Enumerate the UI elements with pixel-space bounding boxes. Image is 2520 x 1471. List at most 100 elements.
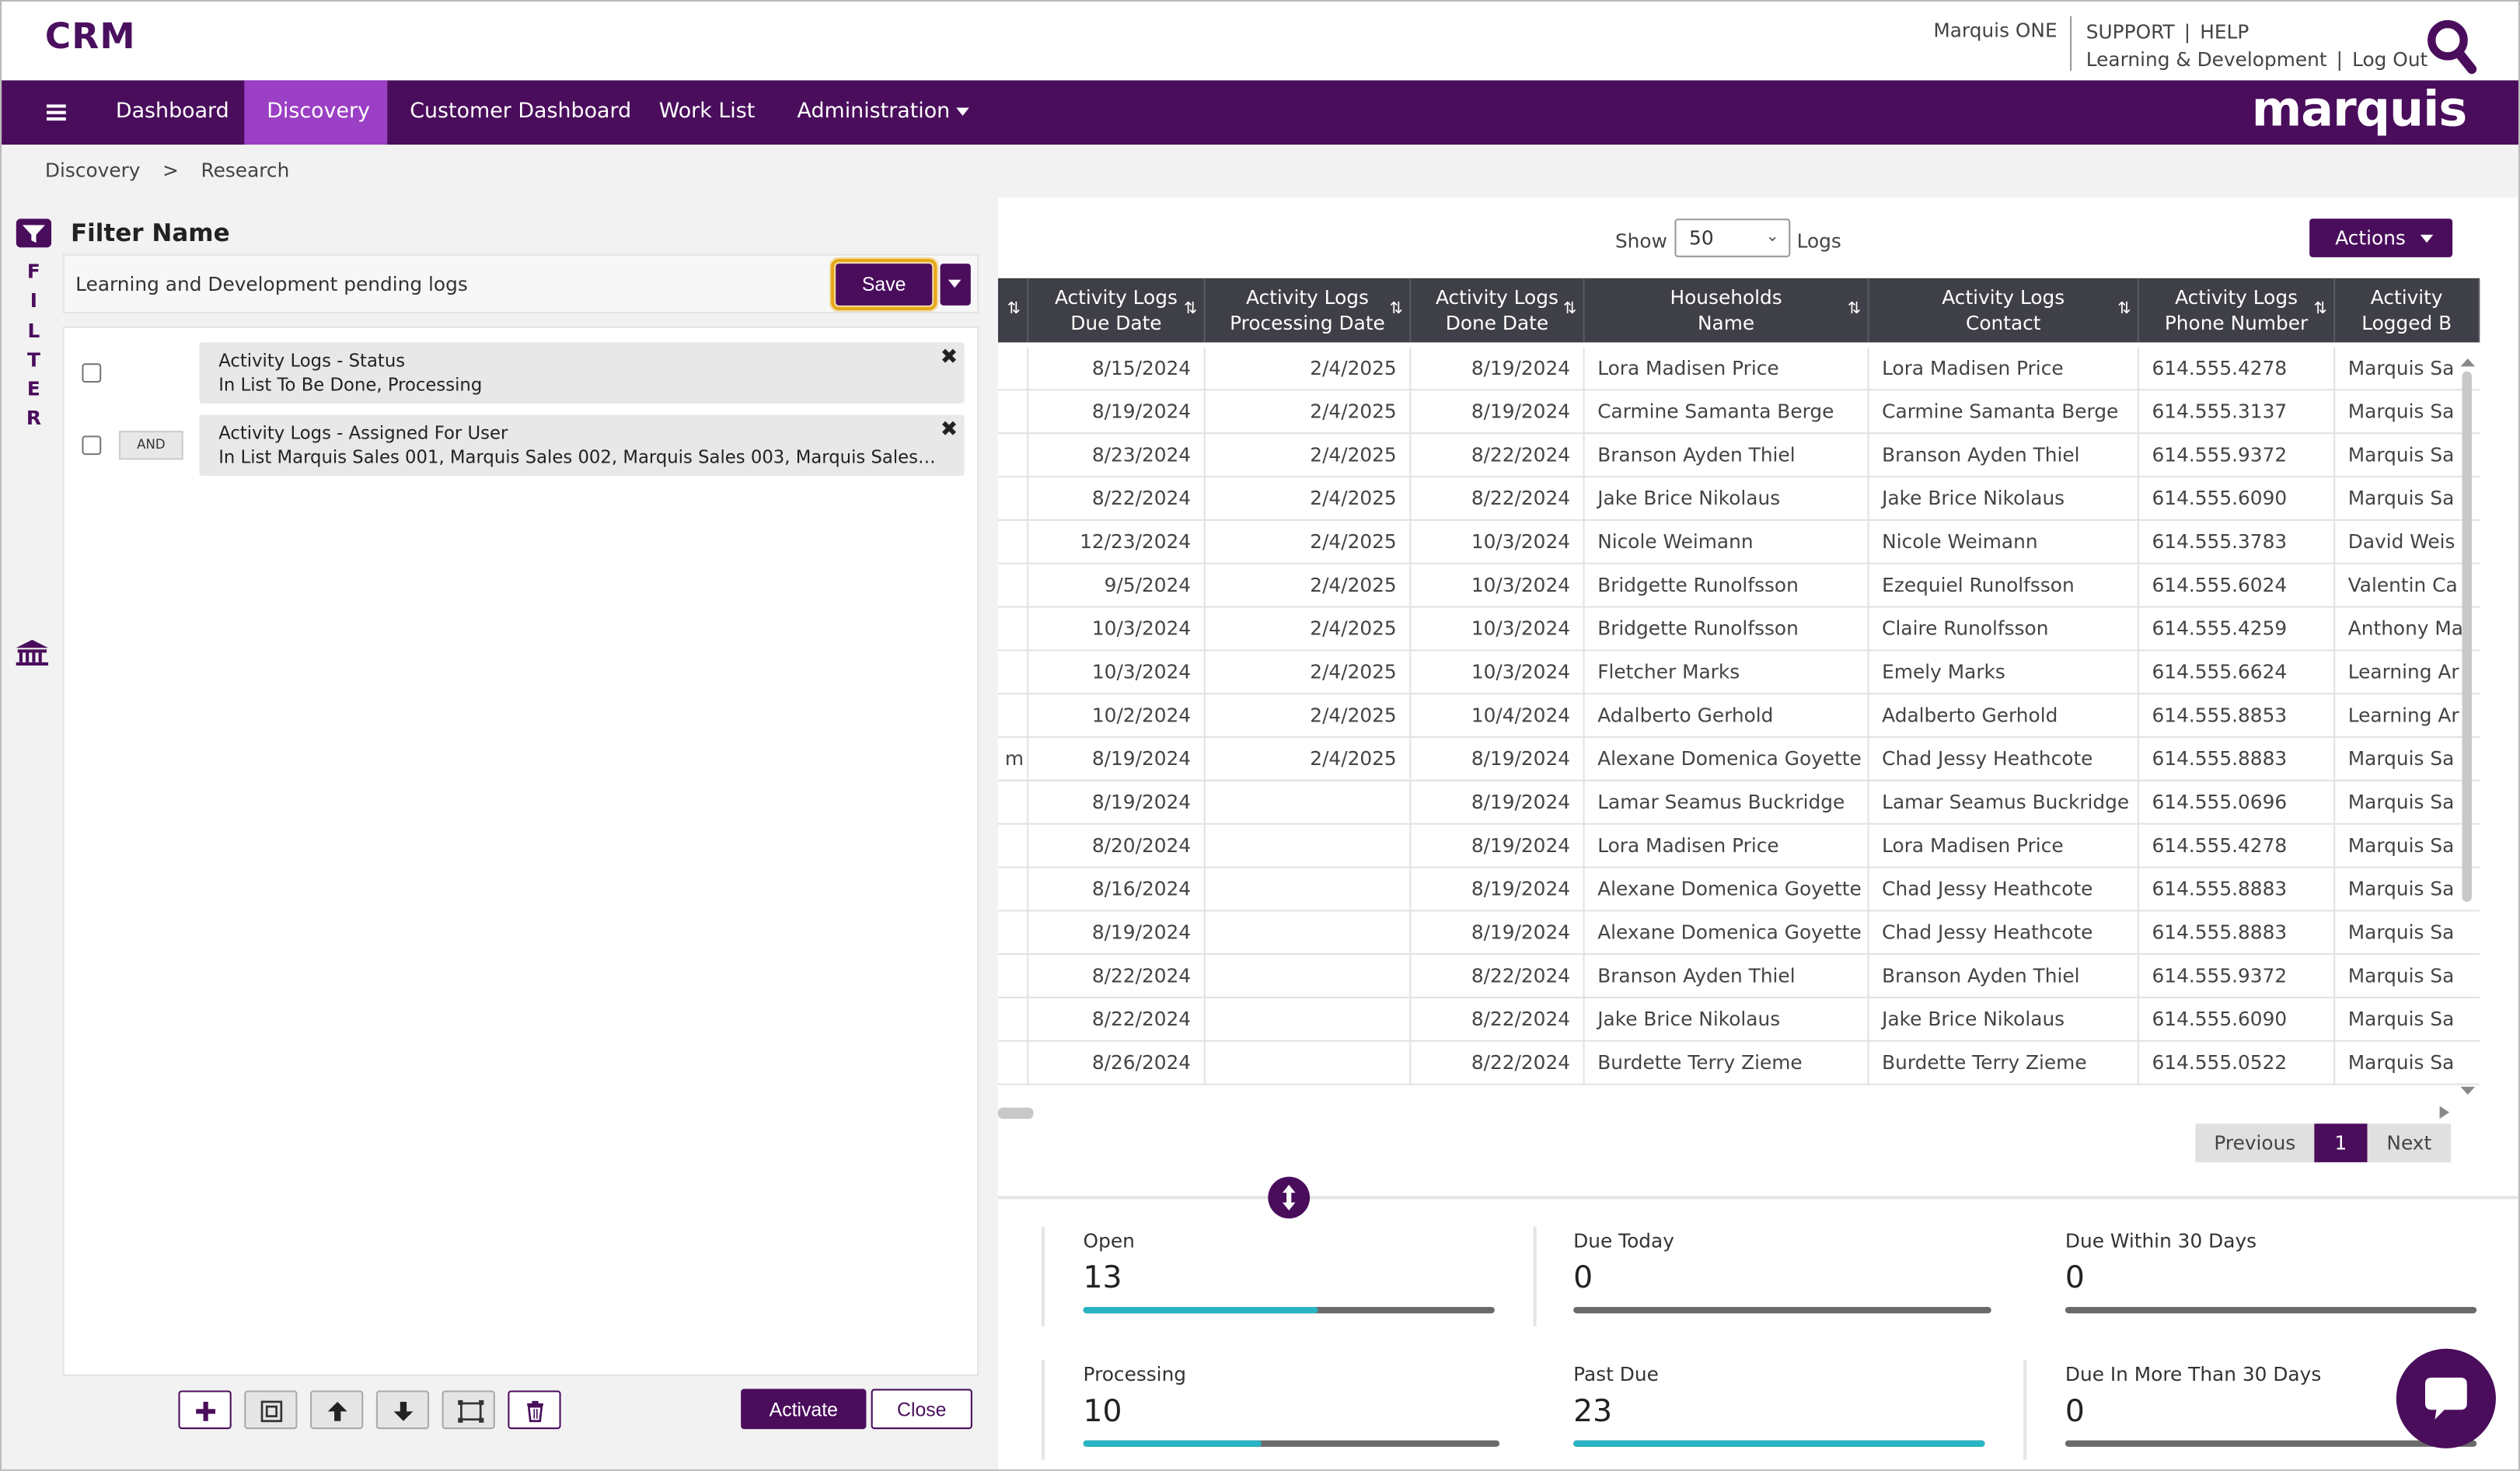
table-row[interactable]: 8/22/2024 8/22/2024 Jake Brice Nikolaus Jak… (997, 998, 2480, 1042)
help-link[interactable]: HELP (2200, 21, 2249, 44)
table-row[interactable]: 12/23/2024 2/4/2025 10/3/2024 Nicole Weiman… (997, 520, 2480, 564)
table-row[interactable]: 8/16/2024 8/19/2024 Alexane Domenica Goyet… (997, 868, 2480, 912)
column-header[interactable]: Activity Logged B (2335, 278, 2480, 343)
sort-icon[interactable]: ⇅ (1563, 298, 1576, 323)
table-row[interactable]: 8/26/2024 8/22/2024 Burdette Terry Zieme Bu… (997, 1041, 2480, 1085)
table-row[interactable]: 8/20/2024 8/19/2024 Lora Madisen Price Lora… (997, 824, 2480, 868)
nav-discovery[interactable]: Discovery (244, 80, 388, 180)
chevron-down-icon (2420, 234, 2434, 243)
menu-icon[interactable] (44, 100, 69, 125)
sort-icon[interactable]: ⇅ (1390, 298, 1403, 323)
table-row[interactable]: 8/19/2024 8/19/2024 Alexane Domenica Goyet… (997, 911, 2480, 956)
table-row[interactable]: 9/5/2024 2/4/2025 10/3/2024 Bridgette Runol… (997, 564, 2480, 608)
table-cell (998, 955, 1029, 998)
table-cell: Emely Marks (1869, 651, 2139, 695)
table-row[interactable]: 8/22/2024 8/22/2024 Branson Ayden Thiel Bra… (997, 955, 2480, 998)
table-cell: 8/19/2024 (1411, 347, 1585, 391)
table-cell: 10/3/2024 (1411, 651, 1585, 695)
sort-icon[interactable]: ⇅ (2117, 298, 2131, 323)
save-options-button[interactable] (940, 264, 971, 306)
support-link[interactable]: SUPPORT (2086, 21, 2175, 44)
group-button[interactable] (244, 1390, 298, 1430)
stat-processing[interactable]: Processing 10 (1083, 1344, 1502, 1457)
remove-criteria-icon[interactable]: ✖ (941, 346, 958, 370)
search-icon[interactable] (2425, 18, 2477, 75)
criteria-item[interactable]: Activity Logs - Status In List To Be Don… (199, 342, 965, 404)
stat-due-today[interactable]: Due Today 0 (1573, 1211, 1991, 1323)
criteria-item[interactable]: Activity Logs - Assigned For User In Lis… (199, 414, 965, 477)
filter-name-value[interactable]: Learning and Development pending logs (75, 273, 468, 295)
table-row[interactable]: m 8/19/2024 2/4/2025 8/19/2024 Alexane Domen… (997, 738, 2480, 781)
bank-icon[interactable] (15, 638, 50, 667)
table-row[interactable]: 10/3/2024 2/4/2025 10/3/2024 Fletcher Marks… (997, 651, 2480, 695)
column-header-label: Activity (2370, 286, 2443, 309)
table-cell: 8/19/2024 (1028, 781, 1206, 825)
table-row[interactable]: 10/3/2024 2/4/2025 10/3/2024 Bridgette Runo… (997, 607, 2480, 652)
vertical-scrollbar[interactable] (2455, 355, 2480, 1098)
actions-button[interactable]: Actions (2309, 218, 2453, 257)
nav-work-list[interactable]: Work List (637, 80, 777, 145)
filter-name-field[interactable]: Learning and Development pending logs Sa… (62, 253, 979, 314)
table-row[interactable]: 8/19/2024 2/4/2025 8/19/2024 Carmine Samant… (997, 390, 2480, 435)
table-cell: 10/3/2024 (1028, 607, 1206, 652)
remove-criteria-icon[interactable]: ✖ (941, 418, 958, 442)
criteria-checkbox[interactable] (82, 363, 102, 383)
table-cell: Bridgette Runolfsson (1585, 607, 1869, 652)
column-header[interactable]: Activity Logs Due Date ⇅ (1028, 278, 1206, 343)
scrollbar-thumb[interactable] (2462, 371, 2472, 902)
activate-button[interactable]: Activate (741, 1389, 867, 1430)
group-icon (260, 1400, 283, 1423)
stat-due-30-days[interactable]: Due Within 30 Days 0 (2065, 1211, 2483, 1323)
chat-button[interactable] (2396, 1348, 2496, 1448)
table-row[interactable]: 10/2/2024 2/4/2025 10/4/2024 Adalberto Gerh… (997, 694, 2480, 739)
column-header[interactable]: ⇅ (998, 278, 1029, 343)
learning-link[interactable]: Learning & Development (2086, 48, 2327, 71)
column-header[interactable]: Activity Logs Phone Number ⇅ (2139, 278, 2336, 343)
stat-label: Past Due (1573, 1363, 1659, 1386)
horizontal-scrollbar[interactable] (997, 1101, 2480, 1123)
sort-icon[interactable]: ⇅ (1848, 298, 1861, 323)
ungroup-button[interactable] (442, 1390, 495, 1430)
filter-icon[interactable] (16, 218, 52, 248)
scrollbar-thumb[interactable] (997, 1107, 1034, 1120)
app-logo[interactable]: CRM (45, 18, 136, 58)
table-cell: Burdette Terry Zieme (1869, 1041, 2139, 1085)
stat-label: Open (1083, 1229, 1135, 1253)
table-row[interactable]: 8/23/2024 2/4/2025 8/22/2024 Branson Ayden … (997, 434, 2480, 478)
table-row[interactable]: 8/22/2024 2/4/2025 8/22/2024 Jake Brice Nik… (997, 477, 2480, 521)
delete-criteria-button[interactable] (508, 1390, 561, 1430)
save-button[interactable]: Save (830, 258, 937, 311)
move-up-button[interactable] (310, 1390, 364, 1430)
criteria-checkbox[interactable] (82, 435, 102, 456)
breadcrumb-discovery[interactable]: Discovery (45, 159, 141, 182)
stat-open[interactable]: Open 13 (1083, 1211, 1502, 1323)
column-header[interactable]: Activity Logs Processing Date ⇅ (1206, 278, 1412, 343)
close-button[interactable]: Close (871, 1389, 972, 1430)
nav-customer-dashboard[interactable]: Customer Dashboard (387, 80, 654, 145)
column-header[interactable]: Households Name ⇅ (1585, 278, 1869, 343)
sort-icon[interactable]: ⇅ (1007, 298, 1021, 323)
table-cell: 8/19/2024 (1411, 824, 1585, 868)
column-header[interactable]: Activity Logs Contact ⇅ (1869, 278, 2139, 343)
table-cell: 8/26/2024 (1028, 1041, 1206, 1085)
page-size-select[interactable]: 50 ⌄ (1674, 218, 1791, 257)
move-down-button[interactable] (375, 1390, 430, 1430)
next-page-button[interactable]: Next (2367, 1123, 2452, 1162)
table-row[interactable]: 8/19/2024 8/19/2024 Lamar Seamus Buckridge… (997, 781, 2480, 825)
column-header[interactable]: Activity Logs Done Date ⇅ (1411, 278, 1585, 343)
stat-past-due[interactable]: Past Due 23 (1573, 1344, 1991, 1457)
and-connector[interactable]: AND (119, 431, 183, 460)
add-criteria-button[interactable] (178, 1390, 232, 1430)
current-page-button[interactable]: 1 (2314, 1123, 2368, 1162)
results-panel: Show 50 ⌄ Logs Actions ⇅ Activity Logs Due… (997, 197, 2518, 1469)
sort-icon[interactable]: ⇅ (1184, 298, 1197, 323)
sort-icon[interactable]: ⇅ (2314, 298, 2327, 323)
table-cell: m (998, 738, 1029, 781)
scroll-right-icon[interactable] (2436, 1101, 2452, 1123)
nav-dashboard[interactable]: Dashboard (93, 80, 252, 145)
logout-link[interactable]: Log Out (2352, 48, 2428, 71)
table-cell: 8/22/2024 (1411, 477, 1585, 521)
previous-page-button[interactable]: Previous (2195, 1123, 2315, 1162)
nav-administration[interactable]: Administration (775, 80, 992, 145)
table-row[interactable]: 8/15/2024 2/4/2025 8/19/2024 Lora Madisen P… (997, 347, 2480, 391)
